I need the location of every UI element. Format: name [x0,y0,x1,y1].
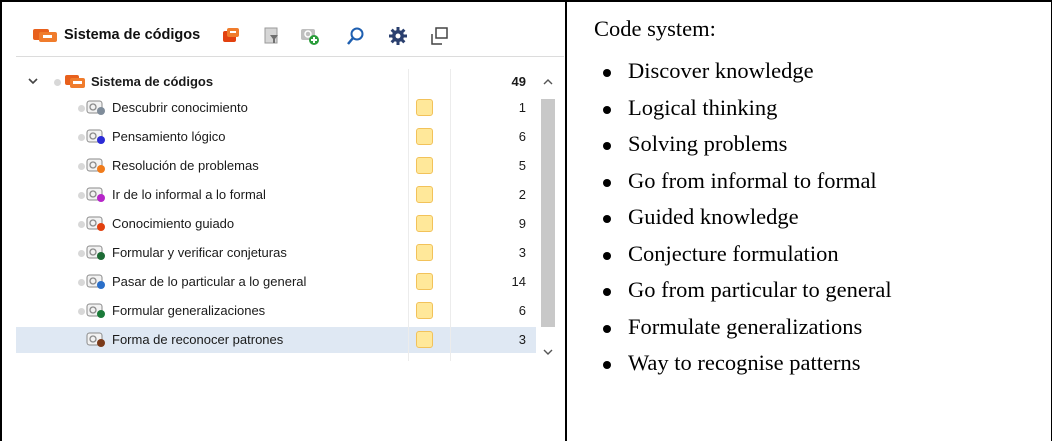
bullet-icon [603,178,611,187]
code-count: 2 [518,187,526,202]
code-system-icon [64,73,86,90]
tree-root-count: 49 [511,74,526,89]
code-count: 6 [518,129,526,144]
undock-window-icon[interactable] [430,26,448,45]
code-icon [86,331,108,348]
code-label: Formular y verificar conjeturas [112,245,287,260]
chevron-down-icon[interactable] [26,74,40,88]
code-icon [86,157,108,174]
tree-root-row[interactable]: Sistema de códigos 49 [16,69,536,95]
code-count: 6 [518,303,526,318]
notes-heading: Code system: [594,16,716,41]
code-row[interactable]: Conocimiento guiado 9 [16,211,536,237]
notes-item-text: Guided knowledge [628,204,799,229]
notes-item-text: Formulate generalizations [628,313,863,339]
column-separator [408,69,409,361]
bullet-icon [603,288,611,296]
code-count: 3 [518,332,526,347]
status-dot [78,192,85,199]
memo-icon[interactable] [416,157,433,174]
code-label: Descubrir conocimiento [112,100,248,115]
code-icon [86,244,108,261]
notes-item-text: Solving problems [628,131,788,156]
bullet-icon [603,251,611,260]
status-dot [54,79,61,86]
code-label: Pasar de lo particular a lo general [112,274,307,289]
notes-item-text: Discover knowledge [628,58,814,83]
bullet-icon [603,324,611,333]
notes-item-text: Go from informal to formal [628,167,877,193]
memo-icon[interactable] [416,186,433,203]
bullet-icon [603,105,611,114]
code-row[interactable]: Formular y verificar conjeturas 3 [16,240,536,266]
gear-icon[interactable] [388,26,407,45]
notes-item-text: Conjecture formulation [628,240,839,266]
column-separator [450,69,451,361]
tree-root-label: Sistema de códigos [91,74,214,89]
bullet-icon [603,361,611,369]
scrollbar-thumb[interactable] [541,99,555,327]
filter-icon[interactable] [262,26,280,44]
memo-icon[interactable] [416,302,433,319]
code-row[interactable]: Descubrir conocimiento 1 [16,95,536,121]
notes-item-text: Way to recognise patterns [628,350,861,375]
memo-icon[interactable] [416,215,433,232]
toolbar-title: Sistema de códigos [64,27,201,43]
code-label: Pensamiento lógico [112,129,226,144]
code-count: 9 [518,216,526,231]
code-label: Conocimiento guiado [112,216,235,231]
memo-icon[interactable] [416,244,433,261]
code-label: Formular generalizaciones [112,303,266,318]
code-count: 5 [518,158,526,173]
bullet-icon [603,69,611,77]
bullet-icon [603,142,611,150]
frame-left-border [0,0,2,441]
add-code-icon[interactable] [300,26,319,45]
code-count: 14 [511,274,526,289]
code-row[interactable]: Resolución de problemas 5 [16,153,536,179]
code-row[interactable]: Pasar de lo particular a lo general 14 [16,269,536,295]
new-code-icon[interactable] [221,26,239,44]
status-dot [78,250,85,257]
code-icon [86,128,108,145]
code-label: Ir de lo informal a lo formal [112,187,266,202]
code-count: 1 [518,100,526,115]
notes-item-text: Logical thinking [628,94,778,120]
code-row[interactable]: Ir de lo informal a lo formal 2 [16,182,536,208]
bullet-icon [603,215,611,223]
memo-icon[interactable] [416,99,433,116]
code-system-toolbar: Sistema de códigos [16,12,564,57]
status-dot [78,279,85,286]
code-row[interactable]: Formular generalizaciones 6 [16,298,536,324]
status-dot [78,163,85,170]
code-label: Resolución de problemas [112,158,259,173]
frame-top-border [0,0,1052,2]
scroll-up-icon[interactable] [542,75,554,85]
code-label: Forma de reconocer patrones [112,332,284,347]
status-dot [78,134,85,141]
code-icon [86,186,108,203]
memo-icon[interactable] [416,128,433,145]
status-dot [78,308,85,315]
search-icon[interactable] [346,26,364,45]
code-system-icon [32,25,58,45]
code-count: 3 [518,245,526,260]
notes-item-text: Go from particular to general [628,277,892,302]
code-system-panel: Sistema de códigos Sistema de códigos 49… [16,12,564,372]
code-icon [86,99,108,116]
memo-icon[interactable] [416,331,433,348]
frame-divider [565,0,567,441]
memo-icon[interactable] [416,273,433,290]
scroll-down-icon[interactable] [542,345,554,355]
status-dot [78,221,85,228]
code-icon [86,215,108,232]
figure: Sistema de códigos Sistema de códigos 49… [0,0,1052,441]
status-dot [78,105,85,112]
code-icon [86,273,108,290]
code-icon [86,302,108,319]
code-row[interactable]: Pensamiento lógico 6 [16,124,536,150]
code-row[interactable]: Forma de reconocer patrones 3 [16,327,536,353]
